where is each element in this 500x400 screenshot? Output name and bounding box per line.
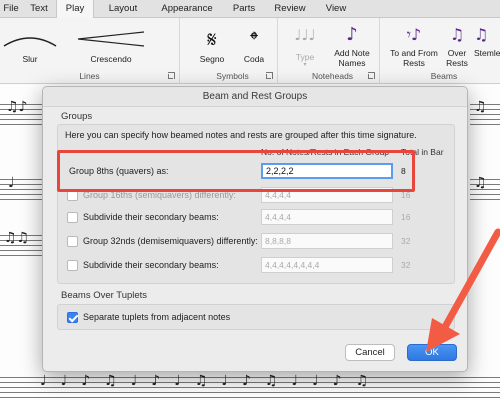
separate-tuplets-checkbox[interactable] (67, 312, 78, 323)
noteheads-group-label: Noteheads (311, 71, 354, 81)
tab-parts[interactable]: Parts (222, 0, 266, 18)
lines-launcher-icon[interactable] (168, 72, 175, 79)
separate-tuplets-label: Separate tuplets from adjacent notes (83, 312, 231, 322)
symbols-group-label: Symbols (216, 71, 249, 81)
notehead-type-button[interactable]: ♩♩♩ Type ▾ (288, 24, 322, 68)
tab-appearance[interactable]: Appearance (152, 0, 222, 18)
staff-line (0, 124, 42, 125)
tab-review[interactable]: Review (266, 0, 314, 18)
staff-line (0, 119, 42, 120)
staff-line (0, 250, 42, 251)
subdivide-16ths-row: Subdivide their secondary beams: 16 (67, 209, 447, 226)
tab-text[interactable]: Text (22, 0, 56, 18)
staff-line (0, 392, 500, 393)
score-notes: ♩♩♪♫♩♪♩♫♩♪♫♩♩♪♫ (40, 373, 383, 389)
staff-line (0, 184, 42, 185)
subdivide-32nds-total: 32 (401, 260, 411, 270)
score-notes: ♫♫ (4, 230, 30, 246)
group-32nds-label: Group 32nds (demisemiquavers) differentl… (83, 236, 258, 246)
subdivide-32nds-input[interactable] (261, 257, 393, 273)
group-32nds-total: 32 (401, 236, 411, 246)
separate-tuplets-row: Separate tuplets from adjacent notes (67, 309, 447, 326)
subdivide-16ths-input[interactable] (261, 209, 393, 225)
slur-icon (3, 37, 57, 47)
ribbon: Slur Crescendo Lines 𝄋 Segno 𝄌 Coda Symb… (0, 18, 500, 84)
staff-line (0, 194, 42, 195)
dialog-title: Beam and Rest Groups (43, 87, 467, 107)
crescendo-icon (77, 31, 145, 47)
tab-layout[interactable]: Layout (96, 0, 150, 18)
subdivide-32nds-row: Subdivide their secondary beams: 32 (67, 257, 447, 274)
lines-group: Slur Crescendo Lines (0, 18, 180, 84)
ok-button[interactable]: OK (407, 344, 457, 361)
group-32nds-input[interactable] (261, 233, 393, 249)
coda-icon: 𝄌 (250, 28, 258, 53)
staff-line (0, 255, 42, 256)
symbols-launcher-icon[interactable] (266, 72, 273, 79)
score-notes: ♫♪ (6, 99, 28, 115)
cancel-button[interactable]: Cancel (345, 344, 395, 361)
add-note-names-button[interactable]: ♪ Add Note Names (326, 24, 378, 68)
segno-icon: 𝄋 (207, 28, 217, 53)
tab-file[interactable]: File (0, 0, 22, 18)
symbols-group: 𝄋 Segno 𝄌 Coda Symbols (188, 18, 278, 84)
subdivide-16ths-total: 16 (401, 212, 411, 222)
beam-to-from-rests-button[interactable]: 𝄾♪ To and From Rests (390, 24, 438, 68)
group-32nds-row: Group 32nds (demisemiquavers) differentl… (67, 233, 447, 250)
noteheads-group: ♩♩♩ Type ▾ ♪ Add Note Names Noteheads (286, 18, 380, 84)
lines-group-label: Lines (79, 71, 100, 81)
tuplets-section-label: Beams Over Tuplets (61, 290, 148, 301)
staff-line (0, 397, 500, 398)
beam-rest-groups-dialog: Beam and Rest Groups Groups Here you can… (42, 86, 468, 372)
noteheads-launcher-icon[interactable] (368, 72, 375, 79)
tab-view[interactable]: View (314, 0, 358, 18)
coda-button[interactable]: 𝄌 Coda (234, 28, 274, 64)
segno-button[interactable]: 𝄋 Segno (192, 28, 232, 64)
staff-line (0, 199, 42, 200)
ribbon-tab-bar: File Text Play Layout Appearance Parts R… (0, 0, 500, 19)
staff-line (470, 124, 500, 125)
score-notes: ♫ (474, 99, 487, 115)
group-32nds-checkbox[interactable] (67, 236, 78, 247)
slur-button[interactable]: Slur (0, 28, 60, 64)
subdivide-16ths-label: Subdivide their secondary beams: (83, 212, 219, 222)
stemlets-button[interactable]: ♫ Stemle (474, 24, 500, 58)
staff-line (470, 119, 500, 120)
highlight-annotation (57, 150, 415, 192)
subdivide-32nds-checkbox[interactable] (67, 260, 78, 271)
notehead-type-icon: ♩♩♩ (294, 26, 316, 44)
groups-section-label: Groups (61, 111, 93, 122)
stemlets-icon: ♫ (474, 25, 489, 44)
note-name-icon: ♪ (346, 24, 358, 45)
staff-line (470, 199, 500, 200)
staff-line (0, 179, 42, 180)
subdivide-16ths-checkbox[interactable] (67, 212, 78, 223)
beams-group: 𝄾♪ To and From Rests ♫ Over Rests ♫ Stem… (388, 18, 500, 84)
score-notes: ♩ (8, 175, 15, 191)
beam-over-rests-button[interactable]: ♫ Over Rests (440, 24, 474, 68)
groups-intro-text: Here you can specify how beamed notes an… (65, 130, 417, 140)
beam-rests-icon: 𝄾♪ (406, 25, 422, 44)
beams-group-label: Beams (430, 71, 458, 81)
subdivide-32nds-label: Subdivide their secondary beams: (83, 260, 219, 270)
beam-over-rests-icon: ♫ (449, 25, 465, 44)
staff-line (470, 194, 500, 195)
staff-line (0, 189, 42, 190)
score-notes: ♫ (474, 175, 487, 191)
tab-play[interactable]: Play (56, 0, 94, 19)
crescendo-button[interactable]: Crescendo (72, 28, 150, 64)
